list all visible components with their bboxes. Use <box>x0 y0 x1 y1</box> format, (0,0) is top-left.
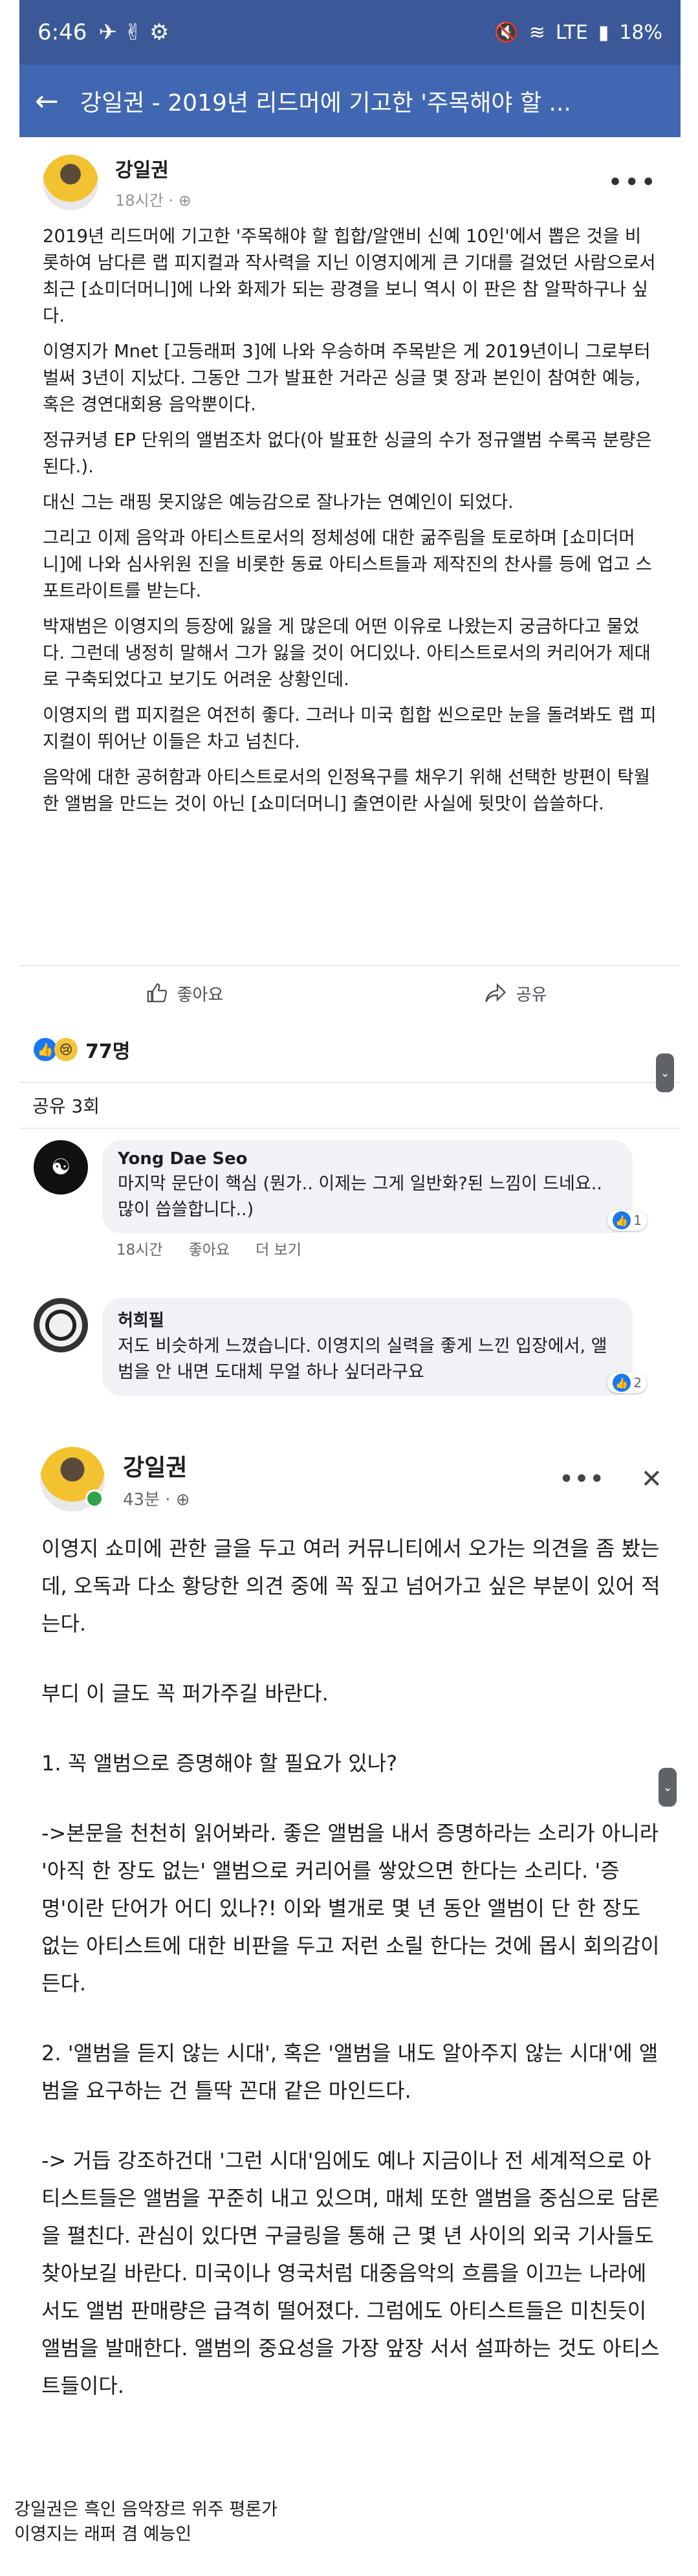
share-count-row[interactable]: 공유 3회 <box>19 1082 681 1128</box>
like-reaction-icon: 👍 <box>613 1211 631 1229</box>
comment-reactions[interactable]: 👍 1 <box>607 1210 647 1231</box>
post-paragraph: 정규커녕 EP 단위의 앨범조차 없다(아 발표한 싱글의 수가 정규앨범 수록… <box>43 430 652 477</box>
scroll-handle[interactable]: ⌄ <box>656 1053 674 1092</box>
post-paragraph: 이영지 쇼미에 관한 글을 두고 여러 커뮤니티에서 오가는 의견을 좀 봤는데… <box>41 1536 660 1636</box>
post-meta: 18시간 · ⊕ <box>115 188 191 210</box>
share-label: 공유 <box>516 985 547 1005</box>
comment: ☯ Yong Dae Seo 마지막 문단이 핵심 (뭔가.. 이제는 그게 일… <box>34 1140 647 1233</box>
post-paragraph: 박재범은 이영지의 등장에 잃을 게 많은데 어떤 이유로 나왔는지 궁금하다고… <box>43 616 651 690</box>
back-arrow-icon[interactable]: ← <box>35 85 80 118</box>
signal-icon: ▮ <box>598 21 609 44</box>
post-body: 이영지 쇼미에 관한 글을 두고 여러 커뮤니티에서 오가는 의견을 좀 봤는데… <box>25 1521 678 2405</box>
post-paragraph: -> 거듭 강조하건대 '그런 시대'임에도 예나 지금이나 전 세계적으로 아… <box>41 2148 660 2398</box>
post-body: 2019년 리드머에 기고한 '주목해야 할 힙합/알앤비 신예 10인'에서 … <box>19 217 681 817</box>
avatar[interactable]: ☯ <box>34 1140 88 1194</box>
comment-reaction-count: 1 <box>633 1213 642 1228</box>
post: 강일권 18시간 · ⊕ ••• 2019년 리드머에 기고한 '주목해야 할 … <box>19 137 681 826</box>
status-bar: 6:46 ✈ ✌ ⚙ 🔇 ≋ LTE ▮ 18% <box>19 0 681 65</box>
sad-reaction-icon: 😢 <box>54 1038 78 1061</box>
like-button[interactable]: 좋아요 <box>19 982 350 1006</box>
like-reaction-icon: 👍 <box>613 1374 631 1392</box>
wifi-icon: ≋ <box>529 21 545 44</box>
comment-like-link[interactable]: 좋아요 <box>189 1237 230 1259</box>
scroll-handle[interactable]: ⌄ <box>659 1768 677 1807</box>
post-paragraph: 대신 그는 래핑 못지않은 예능감으로 잘나가는 연예인이 되었다. <box>43 492 514 512</box>
comment-bubble: 허희필 저도 비슷하게 느꼈습니다. 이영지의 실력을 좋게 느낀 입장에서, … <box>102 1298 647 1396</box>
comment-text: 마지막 문단이 핵심 (뭔가.. 이제는 그게 일반화?된 느낌이 드네요.. … <box>118 1174 602 1220</box>
avatar[interactable] <box>34 1298 88 1352</box>
share-count: 공유 3회 <box>32 1095 100 1117</box>
like-reaction-icon: 👍 <box>34 1038 57 1061</box>
avatar[interactable] <box>40 1447 105 1512</box>
comment-reaction-count: 2 <box>633 1375 642 1391</box>
battery-level: 18% <box>619 21 662 44</box>
post-time: 18시간 <box>115 192 164 210</box>
reaction-summary[interactable]: 👍 😢 77명 <box>19 1025 681 1074</box>
caption-line: 강일권은 흑인 음악장르 위주 평론가 <box>14 2500 278 2520</box>
mute-icon: 🔇 <box>494 21 519 44</box>
post-paragraph: ->본문을 천천히 읽어봐라. 좋은 앨범을 내서 증명하라는 소리가 아니라 … <box>41 1821 660 1996</box>
app-bar: ← 강일권 - 2019년 리드머에 기고한 '주목해야 할 ... <box>19 65 681 137</box>
like-label: 좋아요 <box>177 985 224 1005</box>
reaction-count: 77명 <box>85 1040 131 1063</box>
second-post: 강일권 43분 · ⊕ ••• ✕ 이영지 쇼미에 관한 글을 두고 여러 커뮤… <box>25 1438 678 2437</box>
caption-line: 이영지는 래퍼 겸 예능인 <box>14 2524 192 2544</box>
comment-meta: 18시간 좋아요 더 보기 <box>116 1237 301 1259</box>
post-paragraph: 2. '앨범을 듣지 않는 시대', 혹은 '앨범을 내도 알아주지 않는 시대… <box>41 2041 659 2103</box>
close-icon[interactable]: ✕ <box>640 1464 662 1494</box>
caption: 강일권은 흑인 음악장르 위주 평론가 이영지는 래퍼 겸 예능인 <box>14 2498 278 2547</box>
notification-icons: ✈ ✌ ⚙ <box>98 19 169 45</box>
comment-author[interactable]: Yong Dae Seo <box>118 1149 616 1169</box>
post-paragraph: 음악에 대한 공허함과 아티스트로서의 인정욕구를 채우기 위해 선택한 방편이… <box>43 767 650 814</box>
comment: 허희필 저도 비슷하게 느꼈습니다. 이영지의 실력을 좋게 느낀 입장에서, … <box>34 1298 647 1396</box>
avatar[interactable] <box>43 154 98 210</box>
comment-author[interactable]: 허희필 <box>118 1307 616 1331</box>
share-arrow-icon <box>485 983 506 1002</box>
thumbs-up-icon <box>147 983 167 1002</box>
post-meta: 43분 · ⊕ <box>123 1486 190 1510</box>
more-options-icon[interactable]: ••• <box>559 1464 605 1494</box>
post-header: 강일권 18시간 · ⊕ ••• <box>19 137 681 217</box>
globe-icon: · ⊕ <box>165 1490 190 1510</box>
comment-bubble: Yong Dae Seo 마지막 문단이 핵심 (뭔가.. 이제는 그게 일반화… <box>102 1140 647 1233</box>
share-button[interactable]: 공유 <box>350 982 681 1006</box>
post-author[interactable]: 강일권 <box>123 1449 190 1482</box>
post-time: 43분 <box>123 1490 160 1510</box>
post-paragraph: 이영지의 랩 피지컬은 여전히 좋다. 그러나 미국 힙합 씬으로만 눈을 돌려… <box>43 705 657 752</box>
post-actions: 좋아요 공유 <box>19 965 681 1020</box>
network-label: LTE <box>555 21 588 44</box>
comment-time: 18시간 <box>116 1242 163 1259</box>
post-author[interactable]: 강일권 <box>115 154 191 182</box>
post-paragraph: 2019년 리드머에 기고한 '주목해야 할 힙합/알앤비 신예 10인'에서 … <box>43 226 656 326</box>
post-paragraph: 그리고 이제 음악과 아티스트로서의 정체성에 대한 굶주림을 토로하며 [쇼미… <box>43 527 652 601</box>
post-paragraph: 부디 이 글도 꼭 퍼가주길 바란다. <box>41 1681 329 1706</box>
post-header: 강일권 43분 · ⊕ ••• ✕ <box>25 1438 678 1521</box>
post-paragraph: 이영지가 Mnet [고등래퍼 3]에 나와 우승하며 주목받은 게 2019년… <box>43 341 651 415</box>
comment-reactions[interactable]: 👍 2 <box>607 1372 647 1393</box>
clock: 6:46 <box>38 19 87 45</box>
page-title: 강일권 - 2019년 리드머에 기고한 '주목해야 할 ... <box>80 90 571 116</box>
comment-more-link[interactable]: 더 보기 <box>256 1237 301 1259</box>
comment-text: 저도 비슷하게 느꼈습니다. 이영지의 실력을 좋게 느낀 입장에서, 앨범을 … <box>118 1336 607 1382</box>
more-options-icon[interactable]: ••• <box>607 168 657 197</box>
globe-icon: · ⊕ <box>168 192 191 210</box>
post-paragraph: 1. 꼭 앨범으로 증명해야 할 필요가 있나? <box>41 1751 398 1776</box>
online-status-icon <box>85 1490 104 1508</box>
